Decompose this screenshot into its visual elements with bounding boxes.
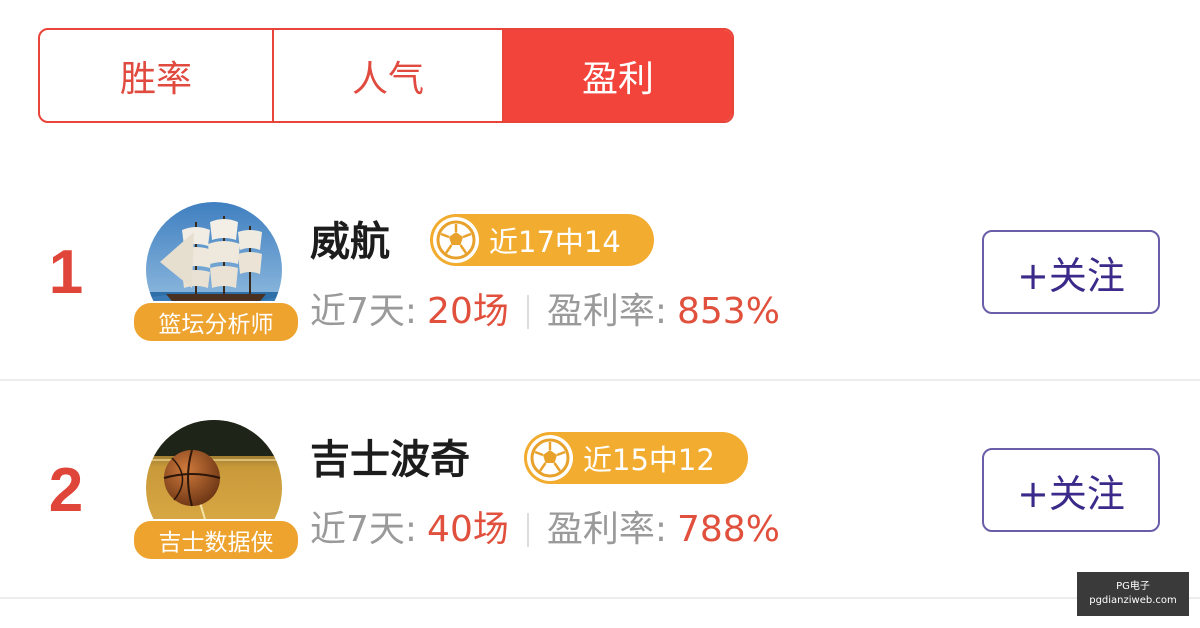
watermark-line2: pgdianziweb.com bbox=[1089, 595, 1177, 606]
expert-stats: 近7天: 40场 盈利率: 788% bbox=[310, 506, 780, 554]
profit-label: 盈利率: bbox=[546, 509, 667, 550]
stats-divider bbox=[526, 513, 529, 547]
streak-text: 近17中14 bbox=[489, 225, 621, 259]
tab-profit[interactable]: 盈利 bbox=[502, 30, 732, 121]
soccer-ball-icon bbox=[433, 217, 479, 263]
watermark-line1: PG电子 bbox=[1116, 581, 1150, 592]
days-label: 近7天: bbox=[310, 509, 418, 550]
expert-row[interactable]: 2 吉士数据侠 吉士波奇 近15中12 近7天: 40场 盈利率: 788% +… bbox=[0, 382, 1200, 598]
profit-label: 盈利率: bbox=[546, 291, 667, 332]
days-value: 40场 bbox=[427, 509, 509, 550]
tab-bar: 胜率 人气 盈利 bbox=[38, 28, 734, 123]
follow-button[interactable]: +关注 bbox=[982, 448, 1160, 532]
avatar-badge: 吉士数据侠 bbox=[132, 519, 300, 561]
avatar[interactable]: 篮坛分析师 bbox=[130, 202, 300, 344]
expert-stats: 近7天: 20场 盈利率: 853% bbox=[310, 288, 780, 336]
watermark: PG电子 pgdianziweb.com bbox=[1077, 572, 1189, 616]
expert-row[interactable]: 1 篮坛分析师 威航 近17中14 近7天: 20场 盈利率: 853% +关注 bbox=[0, 164, 1200, 380]
rank-number: 1 bbox=[48, 238, 84, 307]
expert-name[interactable]: 吉士波奇 bbox=[310, 436, 470, 484]
rank-number: 2 bbox=[48, 456, 84, 525]
streak-text: 近15中12 bbox=[583, 443, 715, 477]
tab-popularity[interactable]: 人气 bbox=[272, 30, 502, 121]
days-value: 20场 bbox=[427, 291, 509, 332]
tab-win-rate[interactable]: 胜率 bbox=[40, 30, 272, 121]
soccer-ball-icon bbox=[527, 435, 573, 481]
streak-badge: 近15中12 bbox=[524, 432, 748, 484]
profit-value: 853% bbox=[677, 291, 780, 332]
expert-name[interactable]: 威航 bbox=[310, 218, 390, 266]
streak-badge: 近17中14 bbox=[430, 214, 654, 266]
profit-value: 788% bbox=[677, 509, 780, 550]
row-divider bbox=[0, 379, 1200, 381]
row-divider bbox=[0, 597, 1200, 599]
follow-button[interactable]: +关注 bbox=[982, 230, 1160, 314]
avatar-badge: 篮坛分析师 bbox=[132, 301, 300, 343]
avatar[interactable]: 吉士数据侠 bbox=[130, 420, 300, 562]
stats-divider bbox=[526, 295, 529, 329]
days-label: 近7天: bbox=[310, 291, 418, 332]
